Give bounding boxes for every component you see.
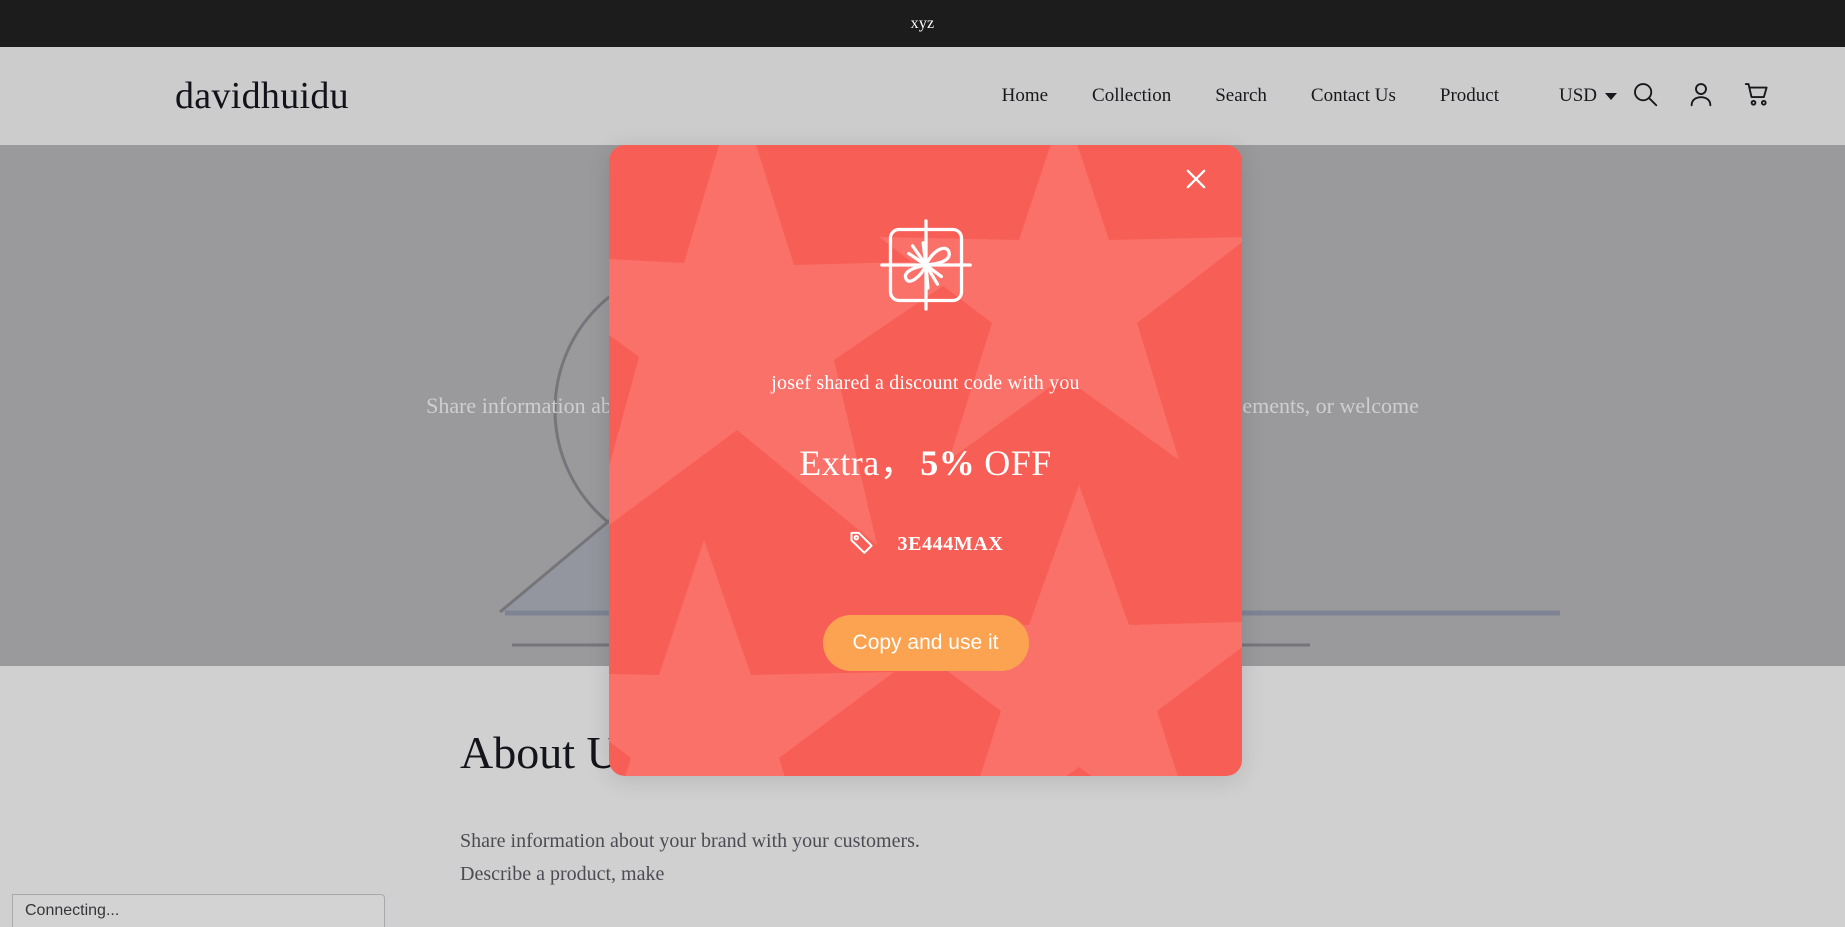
account-button[interactable] [1673,68,1729,124]
currency-selector[interactable]: USD [1559,85,1617,107]
announcement-text: xyz [910,14,935,32]
cart-button[interactable] [1729,68,1785,124]
share-message: josef shared a discount code with you [771,372,1080,394]
site-header: davidhuidu Home Collection Search Contac… [0,47,1845,145]
tag-icon [848,528,876,561]
cart-icon [1742,79,1772,114]
discount-code-text: 3E444MAX [897,533,1004,555]
search-button[interactable] [1617,68,1673,124]
offer-suffix: OFF [984,443,1052,483]
discount-popup-content: josef shared a discount code with you Ex… [609,145,1242,776]
chevron-down-icon [1605,92,1617,100]
search-icon [1630,79,1660,114]
browser-status-tooltip: Connecting... [12,894,385,927]
brand-logo[interactable]: davidhuidu [175,74,349,118]
header-right-group: Home Collection Search Contact Us Produc… [980,68,1785,124]
nav-link-collection[interactable]: Collection [1070,85,1193,107]
close-button[interactable] [1176,161,1216,201]
offer-prefix: Extra， [799,443,917,483]
currency-label: USD [1558,85,1597,106]
nav-link-product[interactable]: Product [1418,85,1521,107]
gift-icon [878,217,974,318]
nav-link-search[interactable]: Search [1193,85,1289,107]
about-body: Share information about your brand with … [460,830,920,885]
announcement-bar: xyz [0,0,1845,47]
offer-headline: Extra， 5% OFF [799,434,1052,486]
discount-code-row[interactable]: 3E444MAX [848,528,1004,561]
status-text: Connecting... [25,902,120,919]
account-icon [1686,79,1716,114]
discount-popup: josef shared a discount code with you Ex… [609,145,1242,776]
main-navigation: Home Collection Search Contact Us Produc… [980,85,1521,107]
offer-amount: 5% [920,443,976,483]
copy-and-use-button[interactable]: Copy and use it [822,615,1029,671]
nav-link-contact-us[interactable]: Contact Us [1289,85,1418,107]
close-icon [1182,165,1210,198]
nav-link-home[interactable]: Home [980,85,1070,107]
